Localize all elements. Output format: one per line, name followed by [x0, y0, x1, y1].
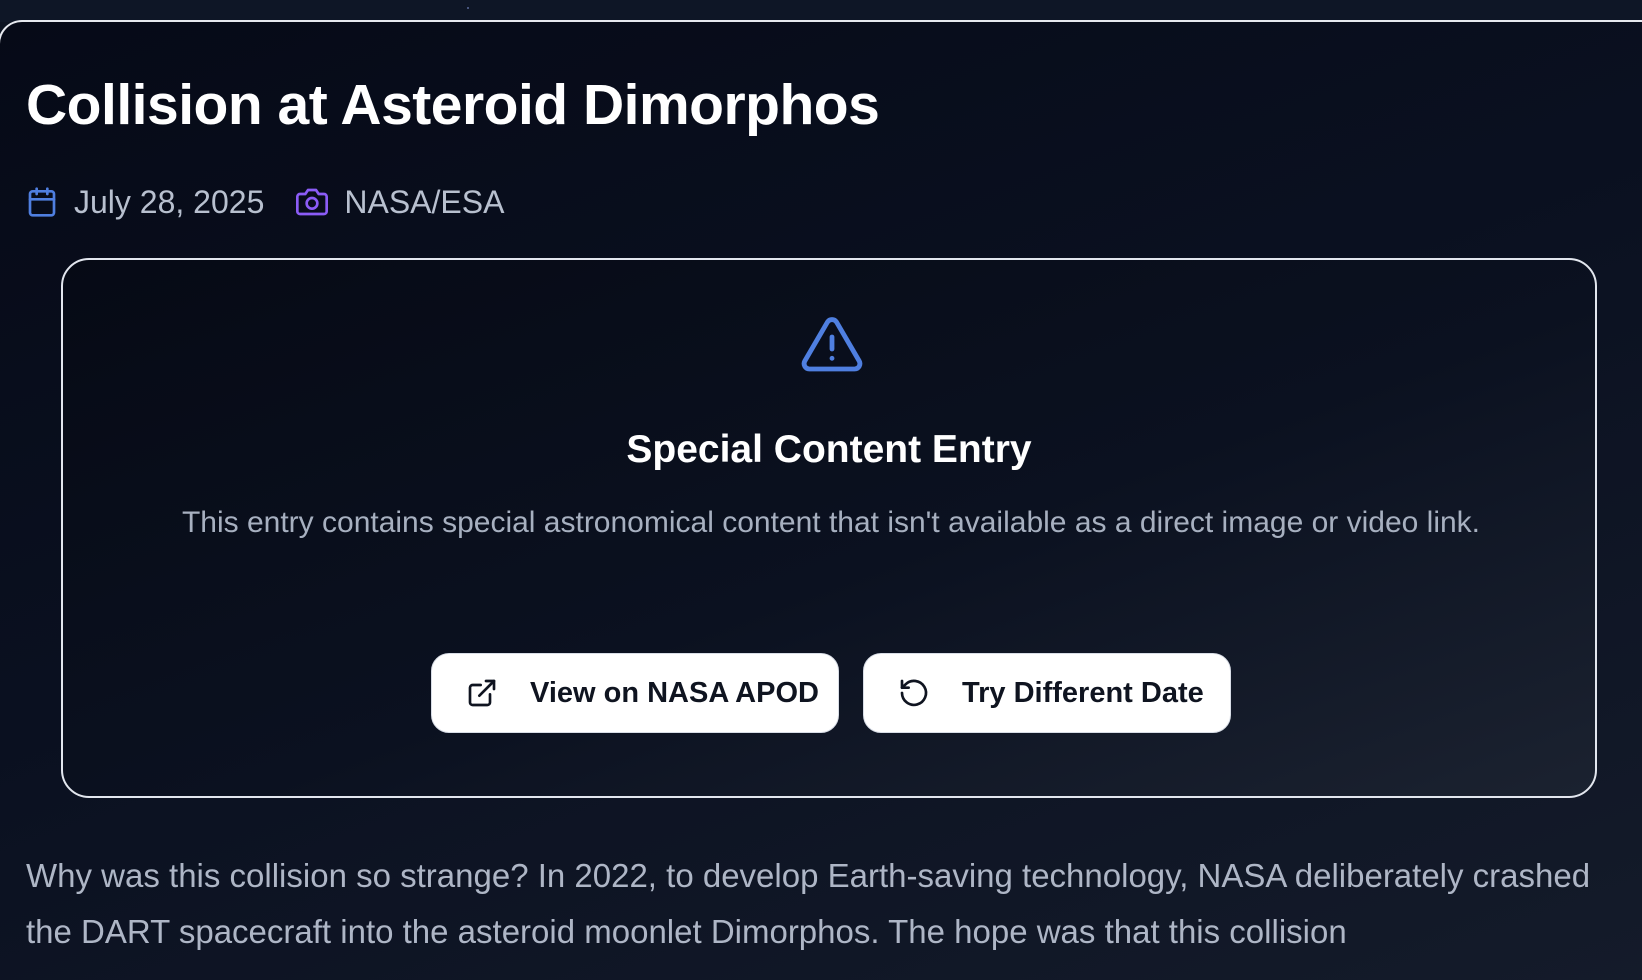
notice-description: This entry contains special astronomical…: [181, 506, 1481, 539]
date-text: July 28, 2025: [74, 183, 265, 220]
top-strip: [0, 0, 1642, 22]
external-link-icon: [466, 677, 498, 709]
star-dot: [467, 7, 469, 9]
view-on-apod-label: View on NASA APOD: [530, 676, 819, 709]
page-title: Collision at Asteroid Dimorphos: [26, 73, 880, 137]
article-meta: July 28, 2025 NASA/ESA: [26, 180, 504, 224]
view-on-apod-button[interactable]: View on NASA APOD: [431, 653, 839, 733]
notice-title: Special Content Entry: [626, 428, 1032, 471]
date-meta: July 28, 2025: [26, 184, 264, 221]
alert-triangle-icon: [800, 315, 864, 375]
try-different-date-button[interactable]: Try Different Date: [863, 653, 1231, 733]
credit-text: NASA/ESA: [344, 183, 505, 220]
special-content-card: Special Content Entry This entry contain…: [61, 258, 1597, 798]
explanation-text: Why was this collision so strange? In 20…: [26, 857, 1591, 950]
try-different-date-label: Try Different Date: [962, 676, 1204, 709]
calendar-icon: [26, 186, 58, 218]
credit-meta: NASA/ESA: [296, 184, 504, 221]
camera-icon: [296, 186, 329, 218]
refresh-ccw-icon: [898, 677, 930, 709]
